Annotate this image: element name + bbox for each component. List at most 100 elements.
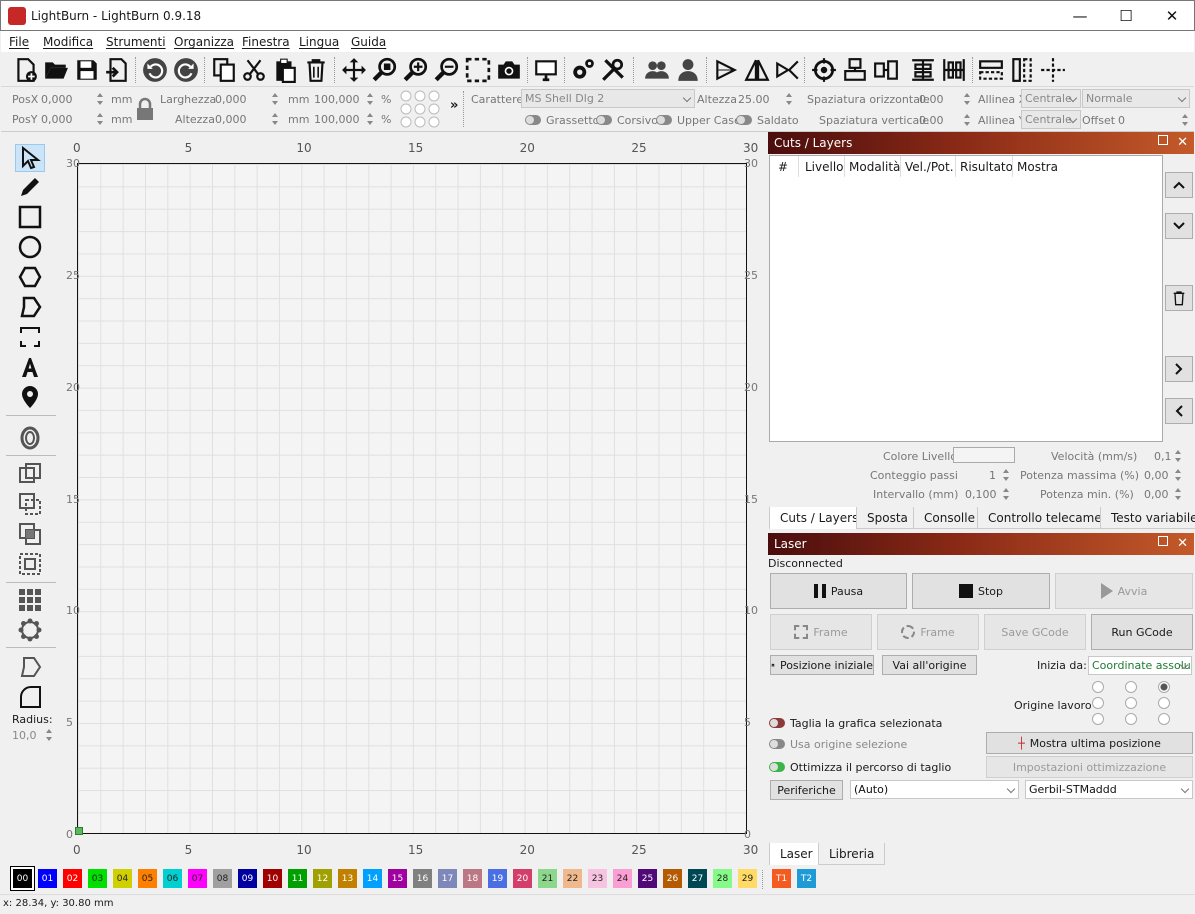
show-last-position-button[interactable]: ┼ Mostra ultima posizione [986, 732, 1193, 754]
font-height-spinner[interactable] [785, 91, 794, 108]
layer-color-swatch[interactable]: T1 [772, 869, 791, 888]
boolean-union-icon[interactable] [15, 460, 45, 488]
job-origin-radio[interactable] [1125, 713, 1137, 725]
job-origin-radio[interactable] [1158, 697, 1170, 709]
layer-color-swatch[interactable]: 22 [563, 869, 582, 888]
devices-button[interactable]: Periferiche [770, 780, 843, 800]
height-input[interactable]: 0,000 [215, 113, 247, 130]
tab-move[interactable]: Sposta [856, 507, 919, 529]
cut-selected-toggle[interactable] [769, 718, 785, 728]
layer-color-swatch[interactable]: 21 [538, 869, 557, 888]
job-origin-radio[interactable] [1092, 681, 1104, 693]
distribute-vertical-icon[interactable] [908, 55, 938, 85]
layer-color-swatch[interactable]: 26 [663, 869, 682, 888]
tab-console[interactable]: Consolle [913, 507, 986, 529]
vspace-input[interactable]: 0.00 [919, 114, 944, 131]
save-gcode-button[interactable]: Save GCode [984, 614, 1086, 650]
port-select[interactable]: (Auto) [850, 780, 1019, 799]
mirror-line-icon[interactable] [772, 55, 802, 85]
job-origin-radio[interactable] [1125, 697, 1137, 709]
paste-icon[interactable] [270, 55, 300, 85]
tab-cuts-layers[interactable]: Cuts / Layers [769, 507, 870, 529]
layer-color-swatch[interactable]: 25 [638, 869, 657, 888]
col-number[interactable]: # [778, 160, 788, 174]
menu-help[interactable]: Guida [351, 35, 386, 49]
layer-color-swatch[interactable]: 23 [588, 869, 607, 888]
height-spinner[interactable] [271, 111, 280, 128]
float-panel-icon[interactable] [1158, 536, 1168, 546]
layer-color-swatch[interactable]: 09 [238, 869, 257, 888]
text-tool-icon[interactable] [15, 353, 45, 381]
uppercase-toggle[interactable] [656, 115, 672, 125]
style-select[interactable]: Normale [1082, 89, 1190, 108]
radius-spinner[interactable] [45, 727, 54, 744]
use-selection-origin-toggle[interactable] [769, 739, 785, 749]
camera-icon[interactable] [494, 55, 524, 85]
frame-rect-button[interactable]: Frame [770, 614, 872, 650]
optimization-settings-button[interactable]: Impostazioni ottimizzazione [986, 756, 1193, 778]
maximize-button[interactable]: ☐ [1103, 1, 1149, 31]
vspace-spinner[interactable] [963, 112, 972, 129]
layer-color-swatch[interactable]: 19 [488, 869, 507, 888]
width-spinner[interactable] [271, 91, 280, 108]
next-button[interactable] [1165, 356, 1193, 382]
close-button[interactable]: ✕ [1149, 1, 1195, 31]
home-button[interactable]: Posizione iniziale [770, 655, 874, 675]
space-vertical-icon[interactable] [1007, 55, 1037, 85]
col-mode[interactable]: Modalità [849, 160, 900, 174]
zoom-fit-icon[interactable] [370, 55, 400, 85]
start-button[interactable]: Avvia [1055, 573, 1193, 609]
min-power-spinner[interactable] [1174, 486, 1183, 503]
speed-spinner[interactable] [1174, 448, 1183, 465]
settings-gears-icon[interactable] [568, 55, 598, 85]
scalex-input[interactable]: 100,000 [314, 93, 360, 110]
font-select[interactable]: MS Shell Dlg 2 [521, 89, 695, 108]
menu-window[interactable]: Finestra [242, 35, 290, 49]
menu-file[interactable]: File [9, 35, 29, 49]
layer-color-swatch[interactable]: 15 [388, 869, 407, 888]
col-layer[interactable]: Livello [805, 160, 844, 174]
posx-input[interactable]: 0,000 [41, 93, 73, 110]
tab-laser[interactable]: Laser [769, 843, 824, 865]
posy-spinner[interactable] [96, 111, 105, 128]
passes-input[interactable]: 1 [989, 469, 996, 486]
weld-icon[interactable] [15, 550, 45, 578]
move-layer-up-button[interactable] [1165, 172, 1193, 198]
layer-color-swatch[interactable]: 16 [413, 869, 432, 888]
optimize-path-toggle[interactable] [769, 762, 785, 772]
copy-icon[interactable] [209, 55, 239, 85]
posx-spinner[interactable] [96, 91, 105, 108]
crosshair-icon[interactable] [1038, 55, 1068, 85]
max-power-input[interactable]: 0,00 [1144, 469, 1169, 486]
close-path-icon[interactable] [15, 653, 45, 681]
layer-color-swatch[interactable]: 01 [38, 869, 57, 888]
polygon-icon[interactable] [15, 263, 45, 291]
layer-color-swatch[interactable] [953, 447, 1015, 463]
scaley-input[interactable]: 100,000 [314, 113, 360, 130]
pause-button[interactable]: Pausa [770, 573, 907, 609]
undo-icon[interactable] [140, 55, 170, 85]
flip-horizontal-icon[interactable] [711, 55, 741, 85]
open-folder-icon[interactable] [41, 55, 71, 85]
delete-icon[interactable] [301, 55, 331, 85]
align-center-icon[interactable] [840, 55, 870, 85]
hspace-input[interactable]: 0.00 [919, 93, 944, 110]
run-gcode-button[interactable]: Run GCode [1091, 614, 1193, 650]
minimize-button[interactable]: — [1057, 1, 1103, 31]
delete-layer-button[interactable] [1165, 285, 1193, 311]
layer-color-swatch[interactable]: 13 [338, 869, 357, 888]
move-icon[interactable] [339, 55, 369, 85]
font-height-input[interactable]: 25.00 [738, 93, 770, 110]
distribute-horizontal-icon[interactable] [939, 55, 969, 85]
layer-color-swatch[interactable]: 07 [188, 869, 207, 888]
zoom-out-icon[interactable] [432, 55, 462, 85]
offset-spinner[interactable] [1181, 112, 1190, 129]
aligny-select[interactable]: Centrale [1021, 110, 1081, 129]
welded-toggle[interactable] [736, 115, 752, 125]
menu-tools[interactable]: Strumenti [106, 35, 166, 49]
zoom-page-icon[interactable] [463, 55, 493, 85]
stop-button[interactable]: Stop [912, 573, 1050, 609]
ellipse-icon[interactable] [15, 233, 45, 261]
layer-color-swatch[interactable]: 28 [713, 869, 732, 888]
layer-color-swatch[interactable]: 11 [288, 869, 307, 888]
